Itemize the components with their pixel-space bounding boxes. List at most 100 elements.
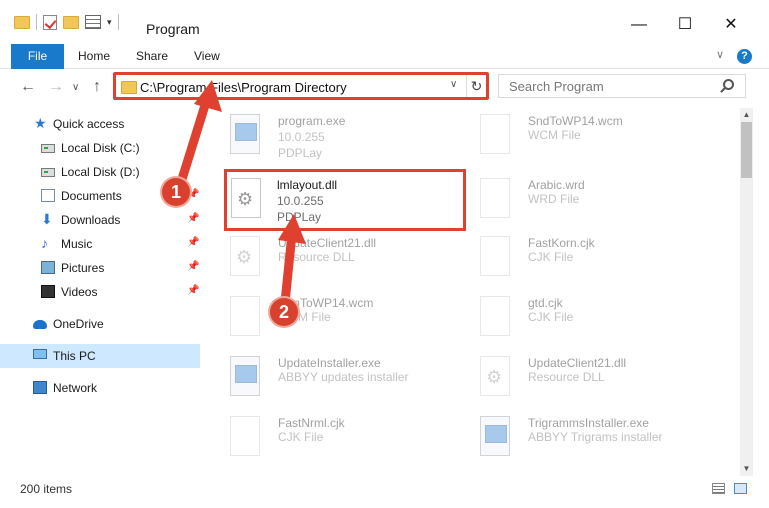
videos-icon: [41, 285, 55, 298]
pin-icon[interactable]: 📌: [187, 213, 199, 224]
sidebar-item-this-pc[interactable]: This PC: [0, 344, 200, 368]
onedrive-icon: [33, 320, 47, 329]
file-item[interactable]: UpdateInstaller.exe ABBYY updates instal…: [218, 350, 458, 406]
file-item[interactable]: UpdateClient21.dll Resource DLL: [468, 350, 708, 406]
file-item[interactable]: program.exe 10.0.255 PDPLay: [218, 108, 458, 164]
pin-icon[interactable]: 📌: [187, 285, 199, 296]
file-item[interactable]: FastKorn.cjk CJK File: [468, 230, 708, 286]
file-detail: WRD File: [528, 192, 580, 206]
sidebar-item-local-disk-c[interactable]: Local Disk (C:): [0, 136, 200, 160]
separator: [117, 14, 119, 30]
separator: [36, 14, 37, 30]
tab-file[interactable]: File: [11, 44, 64, 69]
file-detail: 10.0.255: [277, 194, 324, 208]
file-item[interactable]: Arabic.wrd WRD File: [468, 172, 708, 228]
forward-arrow-icon[interactable]: →: [48, 78, 64, 96]
document-file-icon: [230, 416, 260, 456]
ribbon-tabs: File Home Share View ∨ ?: [0, 44, 769, 69]
sidebar-item-videos[interactable]: Videos 📌: [0, 280, 200, 304]
dll-file-icon: [231, 178, 261, 218]
window-title: Program: [146, 21, 200, 37]
help-icon[interactable]: ?: [737, 49, 752, 64]
properties-icon[interactable]: [43, 14, 57, 30]
title-bar: ▾ Program — ☐ ✕: [0, 0, 769, 40]
sidebar-item-label: Quick access: [53, 117, 125, 131]
customize-toolbar-icon[interactable]: ▾: [107, 17, 112, 28]
scroll-up-icon[interactable]: ▲: [740, 108, 753, 122]
address-bar[interactable]: C:\Program Files\Program Directory ∨ ↻: [113, 72, 489, 100]
item-count: 200 items: [20, 482, 73, 496]
file-item[interactable]: UpdateClient21.dll Resource DLL: [218, 230, 458, 286]
tab-share[interactable]: Share: [136, 44, 168, 69]
file-name: SndToWP14.wcm: [528, 114, 623, 128]
file-item[interactable]: TrigrammsInstaller.exe ABBYY Trigrams in…: [468, 410, 708, 466]
large-icons-view-icon[interactable]: [734, 483, 747, 494]
pc-icon: [33, 349, 47, 359]
sidebar-item-label: Network: [53, 381, 98, 395]
file-item[interactable]: SndToWP14.wcm WCM File: [468, 108, 708, 164]
document-file-icon: [230, 296, 260, 336]
file-name: UpdateClient21.dll: [528, 356, 627, 370]
minimize-button[interactable]: —: [616, 10, 662, 40]
new-folder-icon[interactable]: [63, 15, 79, 29]
up-arrow-icon[interactable]: ↑: [93, 78, 101, 96]
recent-locations-icon[interactable]: ∨: [72, 82, 79, 93]
sidebar-item-quick-access[interactable]: ★ Quick access: [0, 112, 200, 136]
file-item[interactable]: FastNrml.cjk CJK File: [218, 410, 458, 466]
file-name: TrigrammsInstaller.exe: [528, 416, 649, 430]
sidebar-item-music[interactable]: ♪ Music 📌: [0, 232, 200, 256]
file-name: lmlayout.dll: [277, 178, 338, 192]
search-input[interactable]: Search Program: [498, 74, 746, 98]
sidebar-item-label: Local Disk (D:): [61, 165, 140, 179]
sidebar-item-label: Documents: [61, 189, 122, 203]
file-name: FastKorn.cjk: [528, 236, 595, 250]
refresh-icon[interactable]: ↻: [466, 75, 486, 97]
scroll-thumb[interactable]: [741, 122, 752, 178]
sidebar-item-label: This PC: [53, 349, 96, 363]
address-dropdown-icon[interactable]: ∨: [450, 79, 457, 90]
navigation-pane: ★ Quick access Local Disk (C:) Local Dis…: [0, 108, 203, 473]
file-list: program.exe 10.0.255 PDPLay SndToWP14.wc…: [208, 108, 738, 473]
exe-file-icon: [230, 114, 260, 154]
search-icon[interactable]: [723, 79, 734, 90]
vertical-scrollbar[interactable]: ▲ ▼: [740, 108, 753, 476]
document-file-icon: [480, 178, 510, 218]
dll-file-icon: [230, 236, 260, 276]
pin-icon[interactable]: 📌: [187, 237, 199, 248]
sidebar-item-onedrive[interactable]: OneDrive: [0, 312, 200, 336]
pin-icon[interactable]: 📌: [187, 261, 199, 272]
sidebar-item-label: Music: [61, 237, 93, 251]
file-detail: Resource DLL: [528, 370, 605, 384]
exe-file-icon: [230, 356, 260, 396]
expand-ribbon-icon[interactable]: ∨: [716, 48, 724, 61]
file-name: UpdateInstaller.exe: [278, 356, 381, 370]
maximize-button[interactable]: ☐: [662, 10, 708, 40]
tab-home[interactable]: Home: [78, 44, 110, 69]
details-view-icon[interactable]: [712, 483, 725, 494]
sidebar-item-label: Downloads: [61, 213, 121, 227]
file-name: gtd.cjk: [528, 296, 563, 310]
status-bar: 200 items: [0, 478, 769, 500]
network-icon: [33, 381, 47, 394]
callout-2: 2: [270, 298, 298, 326]
sidebar-item-label: Local Disk (C:): [61, 141, 140, 155]
sidebar-item-pictures[interactable]: Pictures 📌: [0, 256, 200, 280]
view-options-icon[interactable]: [85, 15, 101, 29]
address-path[interactable]: C:\Program Files\Program Directory: [140, 80, 347, 95]
file-name: Arabic.wrd: [528, 178, 585, 192]
close-button[interactable]: ✕: [708, 10, 754, 40]
file-item-lmlayout-dll[interactable]: lmlayout.dll 10.0.255 PDPLay: [224, 169, 466, 231]
document-file-icon: [480, 236, 510, 276]
sidebar-item-downloads[interactable]: ⬇ Downloads 📌: [0, 208, 200, 232]
file-detail: WCM File: [528, 128, 581, 142]
file-item[interactable]: gtd.cjk CJK File: [468, 290, 708, 346]
document-file-icon: [480, 114, 510, 154]
scroll-down-icon[interactable]: ▼: [740, 462, 753, 476]
sidebar-item-network[interactable]: Network: [0, 376, 200, 400]
callout-1: 1: [162, 178, 190, 206]
file-item[interactable]: TsmToWP14.wcm WCM File: [218, 290, 458, 346]
tab-view[interactable]: View: [194, 44, 220, 69]
back-arrow-icon[interactable]: ←: [20, 78, 36, 96]
dll-file-icon: [480, 356, 510, 396]
file-name: UpdateClient21.dll: [278, 236, 377, 250]
